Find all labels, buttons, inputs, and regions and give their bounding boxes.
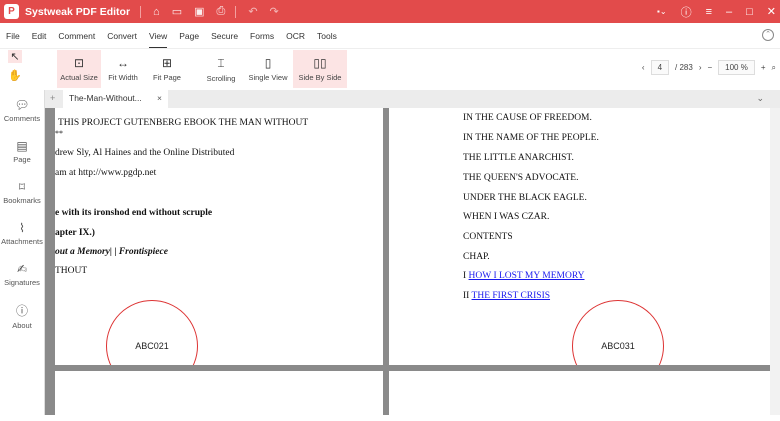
document-tab[interactable]: The-Man-Without... × xyxy=(63,90,168,108)
menu-edit[interactable]: Edit xyxy=(32,31,47,41)
fit-width-button[interactable]: ↔ Fit Width xyxy=(101,50,145,88)
left-sidebar: 💬︎ Comments ▤ Page ⌑ Bookmarks ⌇ Attachments… xyxy=(0,90,45,415)
title-bar: P Systweak PDF Editor ⌂ ▭ ▣ ⎙ ↶ ↷ ▪⌄ ⓘ ≡… xyxy=(0,0,780,23)
app-logo-icon: P xyxy=(4,4,19,19)
menu-forms[interactable]: Forms xyxy=(250,31,274,41)
undo-icon[interactable]: ↶ xyxy=(248,5,257,18)
left-page: THIS PROJECT GUTENBERG EBOOK THE MAN WIT… xyxy=(55,108,383,365)
right-page-next xyxy=(389,371,770,421)
actual-size-icon: ⊡ xyxy=(73,56,85,70)
app-title: Systweak PDF Editor xyxy=(25,5,131,18)
single-view-button[interactable]: ▯ Single View xyxy=(243,50,293,88)
fit-width-icon: ↔ xyxy=(117,56,129,70)
home-icon[interactable]: ⌂ xyxy=(153,6,160,18)
select-tool-icon[interactable]: ↖ xyxy=(8,50,22,63)
language-flag-icon[interactable]: ▪⌄ xyxy=(657,7,667,16)
right-page: IN THE CAUSE OF FREEDOM. IN THE NAME OF … xyxy=(389,108,770,365)
scrolling-button[interactable]: ⌶ Scrolling xyxy=(199,50,243,88)
page-icon: ▤ xyxy=(16,139,28,153)
toc-link[interactable]: THE FIRST CRISIS xyxy=(472,291,550,301)
tab-close-icon[interactable]: × xyxy=(157,93,162,103)
prev-page-icon[interactable]: ‹ xyxy=(642,63,645,72)
help-icon[interactable]: ⓘ xyxy=(681,4,692,20)
sidebar-item-comments[interactable]: 💬︎ Comments xyxy=(0,90,44,131)
sidebar-item-bookmarks[interactable]: ⌑ Bookmarks xyxy=(0,172,44,213)
menu-page[interactable]: Page xyxy=(179,31,199,41)
folder-icon[interactable]: ▭ xyxy=(172,5,182,18)
actual-size-button[interactable]: ⊡ Actual Size xyxy=(57,50,101,88)
signature-icon: ✍︎ xyxy=(16,262,28,276)
zoom-input[interactable]: 100 % xyxy=(718,60,755,75)
search-icon[interactable]: ⌕ xyxy=(772,63,776,73)
paperclip-icon: ⌇ xyxy=(19,221,25,235)
menu-ocr[interactable]: OCR xyxy=(286,31,305,41)
hand-tool-icon[interactable]: ✋ xyxy=(8,69,22,82)
side-by-side-icon: ▯▯ xyxy=(313,56,327,70)
toc-link[interactable]: HOW I LOST MY MEMORY xyxy=(469,271,585,281)
menu-tools[interactable]: Tools xyxy=(317,31,337,41)
info-icon: ⓘ xyxy=(15,303,28,318)
save-icon[interactable]: ▣ xyxy=(194,5,204,18)
menu-view[interactable]: View xyxy=(148,31,168,48)
document-view: THIS PROJECT GUTENBERG EBOOK THE MAN WIT… xyxy=(45,108,770,421)
comments-icon: 💬︎ xyxy=(14,98,30,112)
sidebar-item-signatures[interactable]: ✍︎ Signatures xyxy=(0,254,44,295)
minimize-icon[interactable]: – xyxy=(726,6,732,18)
collapse-ribbon-icon[interactable]: ⌃ xyxy=(762,29,774,41)
side-by-side-button[interactable]: ▯▯ Side By Side xyxy=(293,50,347,88)
left-page-next xyxy=(55,371,383,421)
menu-bar: File Edit Comment Convert View Page Secu… xyxy=(0,23,780,49)
page-number-input[interactable]: 4 xyxy=(650,60,670,75)
menu-secure[interactable]: Secure xyxy=(211,31,238,41)
tab-bar: + The-Man-Without... × ⌄ xyxy=(45,90,780,108)
new-tab-icon[interactable]: + xyxy=(50,93,55,103)
next-page-icon[interactable]: › xyxy=(699,63,702,72)
menu-icon[interactable]: ≡ xyxy=(706,6,712,18)
sidebar-item-attachments[interactable]: ⌇ Attachments xyxy=(0,213,44,254)
zoom-in-icon[interactable]: + xyxy=(761,63,766,72)
page-total: / 283 xyxy=(675,63,693,72)
print-icon[interactable]: ⎙ xyxy=(217,5,226,18)
fit-page-icon: ⊞ xyxy=(161,56,173,70)
menu-comment[interactable]: Comment xyxy=(58,31,95,41)
redo-icon[interactable]: ↷ xyxy=(270,5,279,18)
bookmark-icon: ⌑ xyxy=(18,180,26,194)
tab-list-chevron-icon[interactable]: ⌄ xyxy=(756,93,764,104)
fit-page-button[interactable]: ⊞ Fit Page xyxy=(145,50,189,88)
zoom-out-icon[interactable]: − xyxy=(707,63,712,72)
scrolling-icon: ⌶ xyxy=(217,55,225,70)
menu-convert[interactable]: Convert xyxy=(107,31,137,41)
vertical-scrollbar[interactable] xyxy=(770,108,780,415)
single-view-icon: ▯ xyxy=(264,56,272,70)
maximize-icon[interactable]: □ xyxy=(746,6,753,18)
stamp-circle: ABC031 xyxy=(572,300,664,365)
menu-file[interactable]: File xyxy=(6,31,20,41)
sidebar-item-about[interactable]: ⓘ About xyxy=(0,295,44,336)
sidebar-item-page[interactable]: ▤ Page xyxy=(0,131,44,172)
close-icon[interactable]: ✕ xyxy=(767,5,776,18)
stamp-circle: ABC021 xyxy=(106,300,198,365)
